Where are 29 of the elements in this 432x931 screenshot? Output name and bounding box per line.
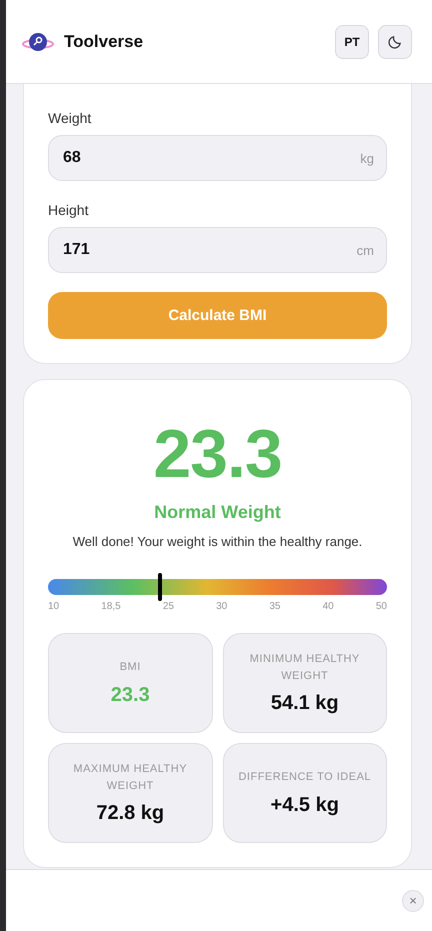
- close-button[interactable]: ×: [402, 890, 424, 912]
- input-field[interactable]: 171 cm: [48, 227, 387, 273]
- scale-tick-label: 35: [269, 601, 280, 612]
- theme-toggle-button[interactable]: [378, 24, 412, 58]
- stat-value: 54.1 kg: [270, 692, 339, 715]
- stat-label: MINIMUM HEALTHY WEIGHT: [248, 652, 361, 684]
- stat-label: MAXIMUM HEALTHY WEIGHT: [72, 762, 188, 794]
- field-label: Height: [48, 202, 90, 218]
- scale-tick-label: 25: [162, 601, 174, 612]
- stat-value: 72.8 kg: [96, 802, 164, 825]
- scale-tick-label: 18,5: [101, 601, 121, 612]
- brand-name: Toolverse: [64, 32, 144, 52]
- unit-label: kg: [360, 150, 374, 166]
- field-label: Weight: [48, 110, 92, 126]
- stat-label: DIFFERENCE TO IDEAL: [238, 770, 372, 786]
- scale-tick-label: 50: [376, 601, 387, 612]
- stat-value: +4.5 kg: [270, 794, 339, 817]
- result-message: Well done! Your weight is within the healthy range.: [72, 534, 362, 549]
- input-field[interactable]: 68 kg: [48, 135, 387, 181]
- unit-label: cm: [356, 242, 374, 258]
- scale-tick-label: 40: [322, 601, 334, 612]
- bmi-value: 23.3: [153, 420, 282, 488]
- stat-value: 23.3: [110, 684, 150, 707]
- scale-tick-label: 30: [216, 601, 228, 612]
- language-button[interactable]: PT: [335, 24, 369, 58]
- bmi-category: Normal Weight: [154, 502, 281, 523]
- stat-label: BMI: [120, 660, 141, 676]
- scale-tick-label: 10: [48, 601, 60, 612]
- moon-icon: [388, 34, 402, 49]
